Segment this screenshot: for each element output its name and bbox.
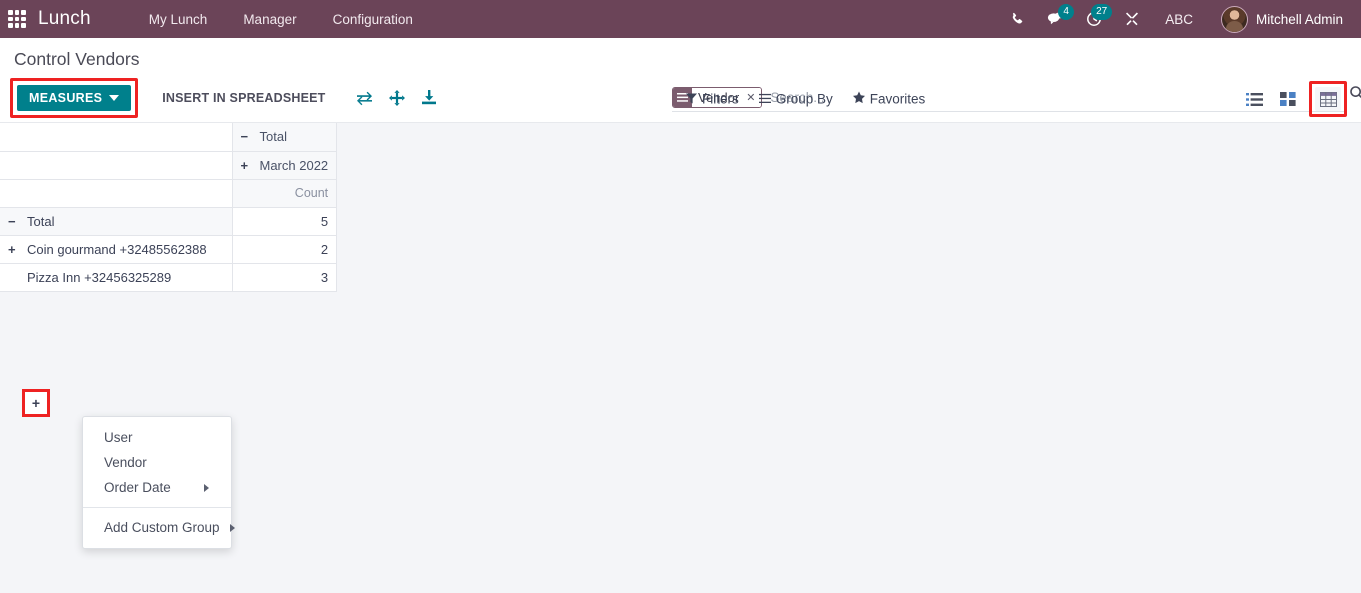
pivot-col-header-total[interactable]: − Total — [232, 123, 338, 152]
menu-divider — [83, 507, 231, 508]
app-brand-lunch[interactable]: Lunch — [38, 8, 91, 30]
user-menu[interactable]: Mitchell Admin — [1207, 2, 1347, 37]
filters-label: Filters — [702, 91, 739, 107]
pivot-header-row-total: − Total — [0, 123, 338, 152]
activity-clock-icon[interactable]: 27 — [1075, 4, 1113, 33]
measures-button[interactable]: MEASURES — [17, 85, 132, 111]
pivot-measure-count[interactable]: Count — [232, 179, 338, 208]
insert-in-spreadsheet-button[interactable]: INSERT IN SPREADSHEET — [152, 85, 335, 111]
main-menu: My Lunch Manager Configuration — [131, 4, 431, 35]
download-xlsx-icon[interactable] — [421, 90, 437, 106]
menu-item-manager[interactable]: Manager — [225, 4, 314, 35]
pivot-view-highlight — [1309, 81, 1347, 117]
collapse-toggle[interactable]: − — [8, 214, 21, 229]
pivot-tool-icons — [356, 90, 437, 106]
activity-badge: 27 — [1091, 4, 1113, 20]
messaging-badge: 4 — [1058, 4, 1075, 20]
breadcrumb: Control Vendors — [14, 49, 140, 69]
avatar — [1220, 5, 1248, 33]
groupby-menu-item-add-custom-group[interactable]: Add Custom Group — [83, 515, 235, 540]
pivot-row-header-total[interactable]: − Total — [0, 207, 233, 236]
view-switcher — [1241, 81, 1347, 117]
user-name: Mitchell Admin — [1255, 11, 1343, 27]
groupby-menu-item-user-label: User — [104, 430, 133, 445]
navbar-right-tools: 4 27 ABC Mitchell Admin — [999, 2, 1347, 37]
chevron-down-icon — [109, 95, 120, 101]
list-view-button[interactable] — [1241, 87, 1267, 111]
top-navbar: Lunch My Lunch Manager Configuration 4 2… — [0, 0, 1361, 38]
company-switcher[interactable]: ABC — [1151, 4, 1207, 35]
search-dropdown-buttons: Filters Group By Favorites — [686, 91, 926, 107]
groupby-menu-item-order-date-label: Order Date — [104, 480, 171, 495]
pivot-row-header-pizza-inn[interactable]: +Pizza Inn +32456325289 — [0, 263, 233, 292]
pivot-header-row-measure: Count — [0, 179, 338, 208]
groupby-menu-item-order-date[interactable]: Order Date — [83, 475, 231, 500]
kanban-view-button[interactable] — [1275, 87, 1301, 111]
phone-icon[interactable] — [999, 6, 1036, 33]
groupby-menu-item-vendor-label: Vendor — [104, 455, 147, 470]
pivot-header-row-period: + March 2022 — [0, 151, 338, 180]
pivot-row-label-coin-gourmand: Coin gourmand +32485562388 — [27, 241, 207, 257]
apps-grid-icon[interactable] — [6, 8, 28, 30]
menu-item-my-lunch[interactable]: My Lunch — [131, 4, 226, 35]
pivot-view-button[interactable] — [1315, 87, 1341, 111]
control-panel: Control Vendors Vendor ✕ MEASURES INSERT… — [0, 38, 1361, 123]
menu-item-configuration[interactable]: Configuration — [315, 4, 431, 35]
group-by-button[interactable]: Group By — [758, 91, 833, 107]
chevron-right-icon — [204, 483, 209, 492]
pivot-view-content: − Total + March 2022 Count − Total 5 + C… — [0, 123, 1361, 593]
group-by-label: Group By — [775, 91, 833, 107]
pivot-corner-cell-3 — [0, 179, 233, 208]
pivot-value-total: 5 — [232, 207, 338, 236]
filters-button[interactable]: Filters — [686, 92, 739, 107]
expand-all-icon[interactable] — [388, 90, 405, 106]
control-panel-top-row: Control Vendors — [0, 38, 1361, 76]
pivot-row-header-coin-gourmand[interactable]: + Coin gourmand +32485562388 — [0, 235, 233, 264]
pivot-col-header-total-label: Total — [259, 129, 287, 145]
table-row: +Pizza Inn +32456325289 3 — [0, 263, 338, 292]
groupby-dropdown-menu: User Vendor Order Date Add Custom Group — [82, 416, 235, 549]
star-icon — [852, 91, 865, 107]
collapse-toggle[interactable]: − — [241, 129, 254, 144]
groupby-menu-item-vendor[interactable]: Vendor — [83, 450, 231, 475]
pivot-corner-cell — [0, 123, 233, 152]
group-by-lines-icon — [758, 92, 771, 107]
expand-toggle[interactable]: + — [241, 158, 254, 173]
groupby-menu-item-add-custom-group-label: Add Custom Group — [104, 520, 220, 535]
favorites-button[interactable]: Favorites — [852, 91, 926, 107]
pivot-row-label-pizza-inn: Pizza Inn +32456325289 — [27, 269, 172, 285]
groupby-menu-item-user[interactable]: User — [83, 425, 231, 450]
pivot-corner-cell-2 — [0, 151, 233, 180]
table-row: − Total 5 — [0, 207, 338, 236]
pivot-col-header-march-2022[interactable]: + March 2022 — [232, 151, 338, 180]
table-row: + Coin gourmand +32485562388 2 — [0, 235, 338, 264]
measures-label: MEASURES — [29, 91, 103, 105]
chevron-right-icon — [229, 523, 235, 532]
filter-funnel-icon — [686, 92, 697, 107]
pivot-value-coin-gourmand: 2 — [232, 235, 338, 264]
pivot-table: − Total + March 2022 Count − Total 5 + C… — [0, 123, 338, 292]
pivot-expand-toggle-pizza-inn[interactable]: + — [22, 389, 50, 417]
measures-highlight: MEASURES — [10, 78, 139, 118]
expand-toggle[interactable]: + — [8, 242, 21, 257]
messaging-icon[interactable]: 4 — [1036, 4, 1075, 33]
control-panel-bottom-row: MEASURES INSERT IN SPREADSHEET Filters G… — [0, 76, 1361, 122]
pivot-value-pizza-inn: 3 — [232, 263, 338, 292]
pivot-col-header-period-label: March 2022 — [259, 157, 329, 173]
flip-axis-icon[interactable] — [356, 91, 373, 106]
debug-tools-icon[interactable] — [1113, 5, 1151, 33]
favorites-label: Favorites — [869, 91, 926, 107]
pivot-row-label-total: Total — [27, 213, 55, 229]
